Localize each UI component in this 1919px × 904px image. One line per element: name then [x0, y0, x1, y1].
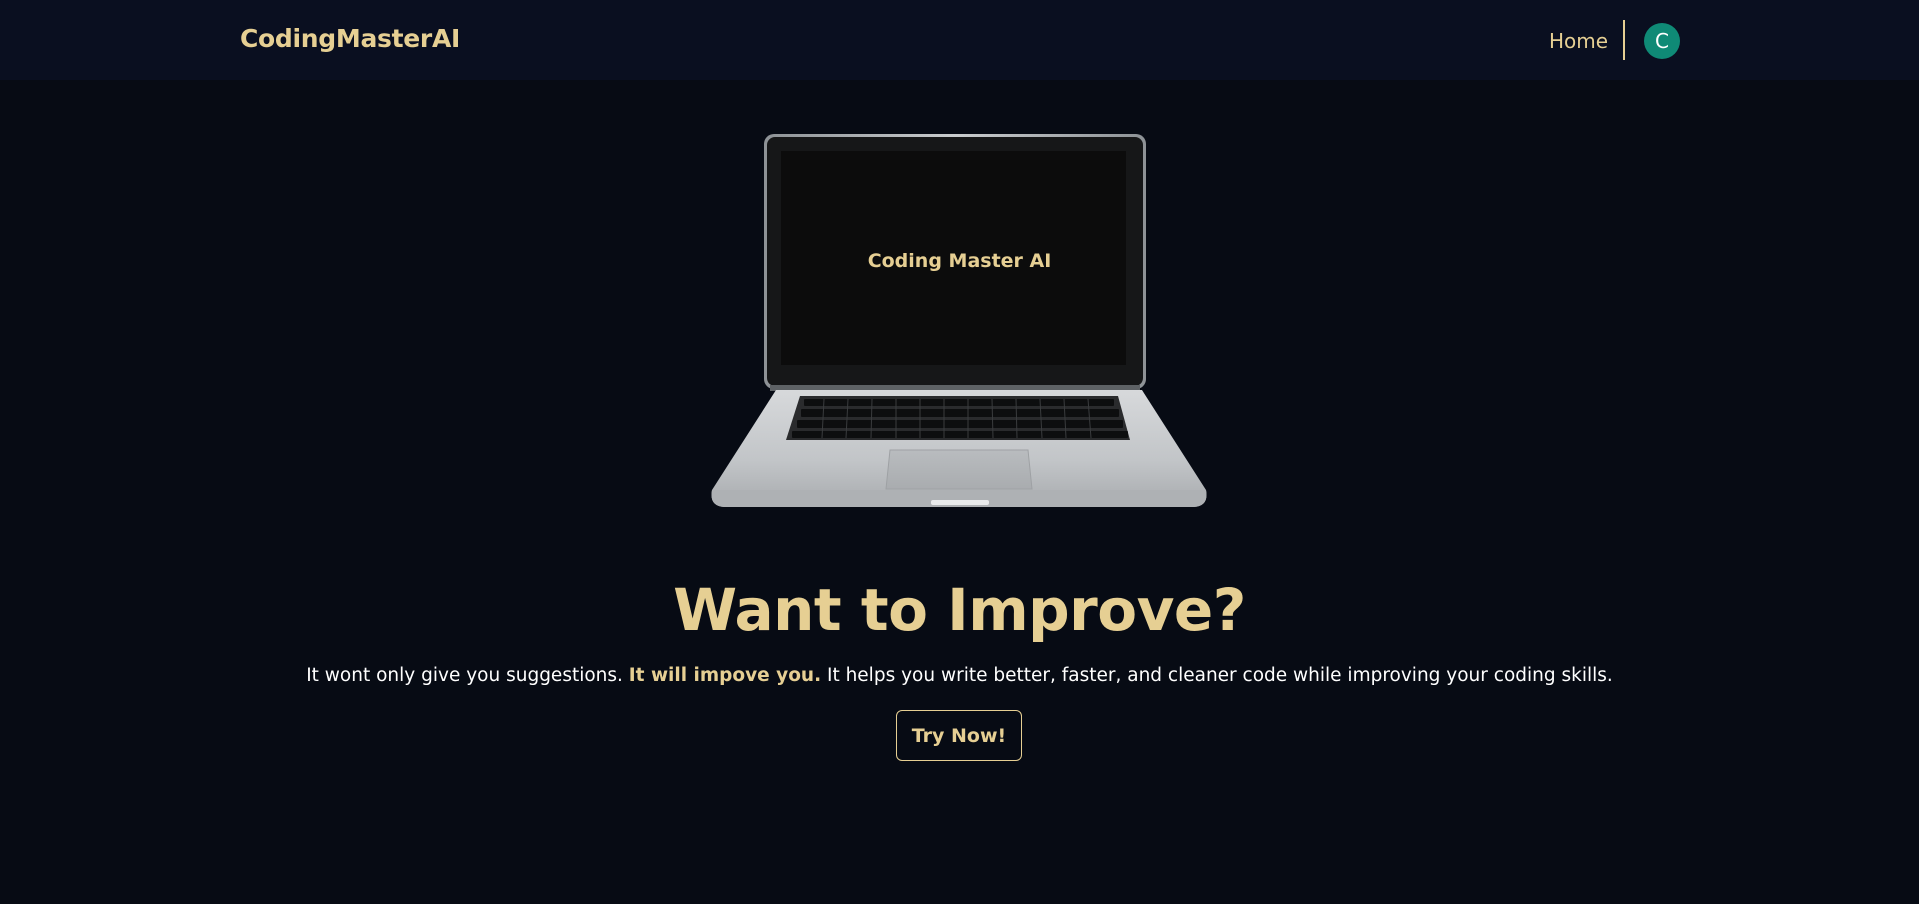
subtitle-text-start: It wont only give you suggestions.: [306, 665, 629, 686]
subtitle-text-end: It helps you write better, faster, and c…: [821, 665, 1613, 686]
user-avatar[interactable]: C: [1644, 23, 1680, 59]
nav-link-home[interactable]: Home: [1549, 29, 1608, 53]
navbar: CodingMasterAI Home C: [0, 0, 1919, 80]
hero-subtitle: It wont only give you suggestions. It wi…: [0, 665, 1919, 686]
try-now-button[interactable]: Try Now!: [896, 710, 1022, 761]
hero-headline: Want to Improve?: [673, 576, 1246, 644]
laptop-trackpad: [885, 449, 1033, 490]
laptop-screen-title: Coding Master AI: [867, 250, 1052, 272]
brand-logo[interactable]: CodingMasterAI: [240, 24, 460, 53]
nav-divider: [1623, 20, 1625, 60]
subtitle-highlight: It will impove you.: [628, 665, 822, 686]
laptop-illustration: [711, 134, 1207, 507]
